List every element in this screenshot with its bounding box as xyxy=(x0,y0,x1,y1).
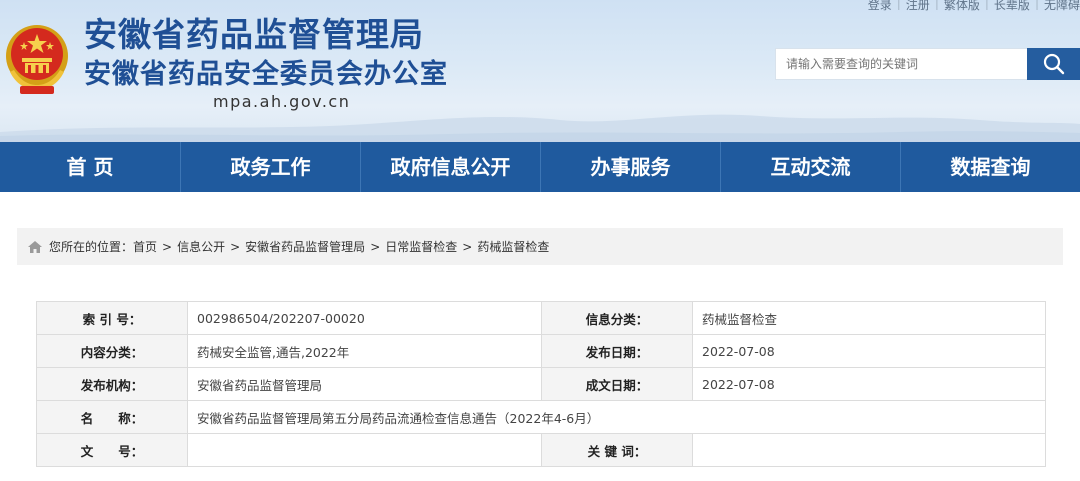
content-type-value: 药械安全监管,通告,2022年 xyxy=(187,334,542,368)
document-info-table: 索 引 号： 002986504/202207-00020 信息分类： 药械监督… xyxy=(36,301,1046,467)
keywords-value xyxy=(692,433,1046,467)
breadcrumb-separator: > xyxy=(370,239,381,254)
created-date-label: 成文日期： xyxy=(541,367,693,401)
elder-version-link[interactable]: 长辈版 xyxy=(994,0,1030,13)
table-row: 文 号： 关 键 词： xyxy=(36,433,1046,467)
login-link[interactable]: 登录 xyxy=(868,0,892,13)
register-link[interactable]: 注册 xyxy=(906,0,930,13)
breadcrumb-home[interactable]: 首页 xyxy=(133,238,157,255)
name-value: 安徽省药品监督管理局第五分局药品流通检查信息通告（2022年4-6月） xyxy=(187,400,1046,434)
doc-number-label: 文 号： xyxy=(36,433,188,467)
breadcrumb-separator: > xyxy=(230,239,241,254)
publisher-label: 发布机构： xyxy=(36,367,188,401)
publisher-value: 安徽省药品监督管理局 xyxy=(187,367,542,401)
site-title: 安徽省药品监督管理局 xyxy=(84,15,424,54)
breadcrumb-bureau[interactable]: 安徽省药品监督管理局 xyxy=(245,238,365,255)
search-icon xyxy=(1043,53,1064,75)
site-domain: mpa.ah.gov.cn xyxy=(213,92,351,111)
top-links: 登录 | 注册 | 繁体版 | 长辈版 | 无障碍 xyxy=(868,0,1080,13)
nav-data-query[interactable]: 数据查询 xyxy=(900,142,1080,192)
category-value: 药械监督检查 xyxy=(692,301,1046,335)
search-button[interactable] xyxy=(1027,48,1080,80)
breadcrumb: 您所在的位置： 首页 > 信息公开 > 安徽省药品监督管理局 > 日常监督检查 … xyxy=(17,228,1063,265)
nav-government-affairs[interactable]: 政务工作 xyxy=(180,142,360,192)
breadcrumb-drug-device-inspection[interactable]: 药械监督检查 xyxy=(477,238,549,255)
publish-date-label: 发布日期： xyxy=(541,334,693,368)
nav-home[interactable]: 首 页 xyxy=(0,142,180,192)
home-icon xyxy=(28,240,42,253)
traditional-chinese-link[interactable]: 繁体版 xyxy=(944,0,980,13)
created-date-value: 2022-07-08 xyxy=(692,367,1046,401)
search-input[interactable] xyxy=(775,48,1027,80)
index-value: 002986504/202207-00020 xyxy=(187,301,542,335)
content-type-label: 内容分类： xyxy=(36,334,188,368)
table-row: 内容分类： 药械安全监管,通告,2022年 发布日期： 2022-07-08 xyxy=(36,334,1046,368)
site-header: 登录 | 注册 | 繁体版 | 长辈版 | 无障碍 安徽省药品监督管理局 安徽省药品安全… xyxy=(0,0,1080,142)
site-subtitle: 安徽省药品安全委员会办公室 xyxy=(84,59,448,90)
breadcrumb-separator: > xyxy=(162,239,173,254)
index-label: 索 引 号： xyxy=(36,301,188,335)
name-label: 名 称： xyxy=(36,400,188,434)
category-label: 信息分类： xyxy=(541,301,693,335)
publish-date-value: 2022-07-08 xyxy=(692,334,1046,368)
accessibility-link[interactable]: 无障碍 xyxy=(1044,0,1080,13)
keywords-label: 关 键 词： xyxy=(541,433,693,467)
nav-interaction[interactable]: 互动交流 xyxy=(720,142,900,192)
breadcrumb-separator: > xyxy=(462,239,473,254)
table-row: 名 称： 安徽省药品监督管理局第五分局药品流通检查信息通告（2022年4-6月） xyxy=(36,400,1046,434)
table-row: 索 引 号： 002986504/202207-00020 信息分类： 药械监督… xyxy=(36,301,1046,335)
nav-info-disclosure[interactable]: 政府信息公开 xyxy=(360,142,540,192)
breadcrumb-prefix: 您所在的位置： xyxy=(49,240,134,254)
doc-number-value xyxy=(187,433,542,467)
breadcrumb-daily-inspection[interactable]: 日常监督检查 xyxy=(385,238,457,255)
main-nav: 首 页 政务工作 政府信息公开 办事服务 互动交流 数据查询 xyxy=(0,142,1080,192)
nav-services[interactable]: 办事服务 xyxy=(540,142,720,192)
mountain-background xyxy=(0,114,1080,142)
table-row: 发布机构： 安徽省药品监督管理局 成文日期： 2022-07-08 xyxy=(36,367,1046,401)
breadcrumb-info-disclosure[interactable]: 信息公开 xyxy=(177,238,225,255)
national-emblem-icon xyxy=(6,25,68,94)
